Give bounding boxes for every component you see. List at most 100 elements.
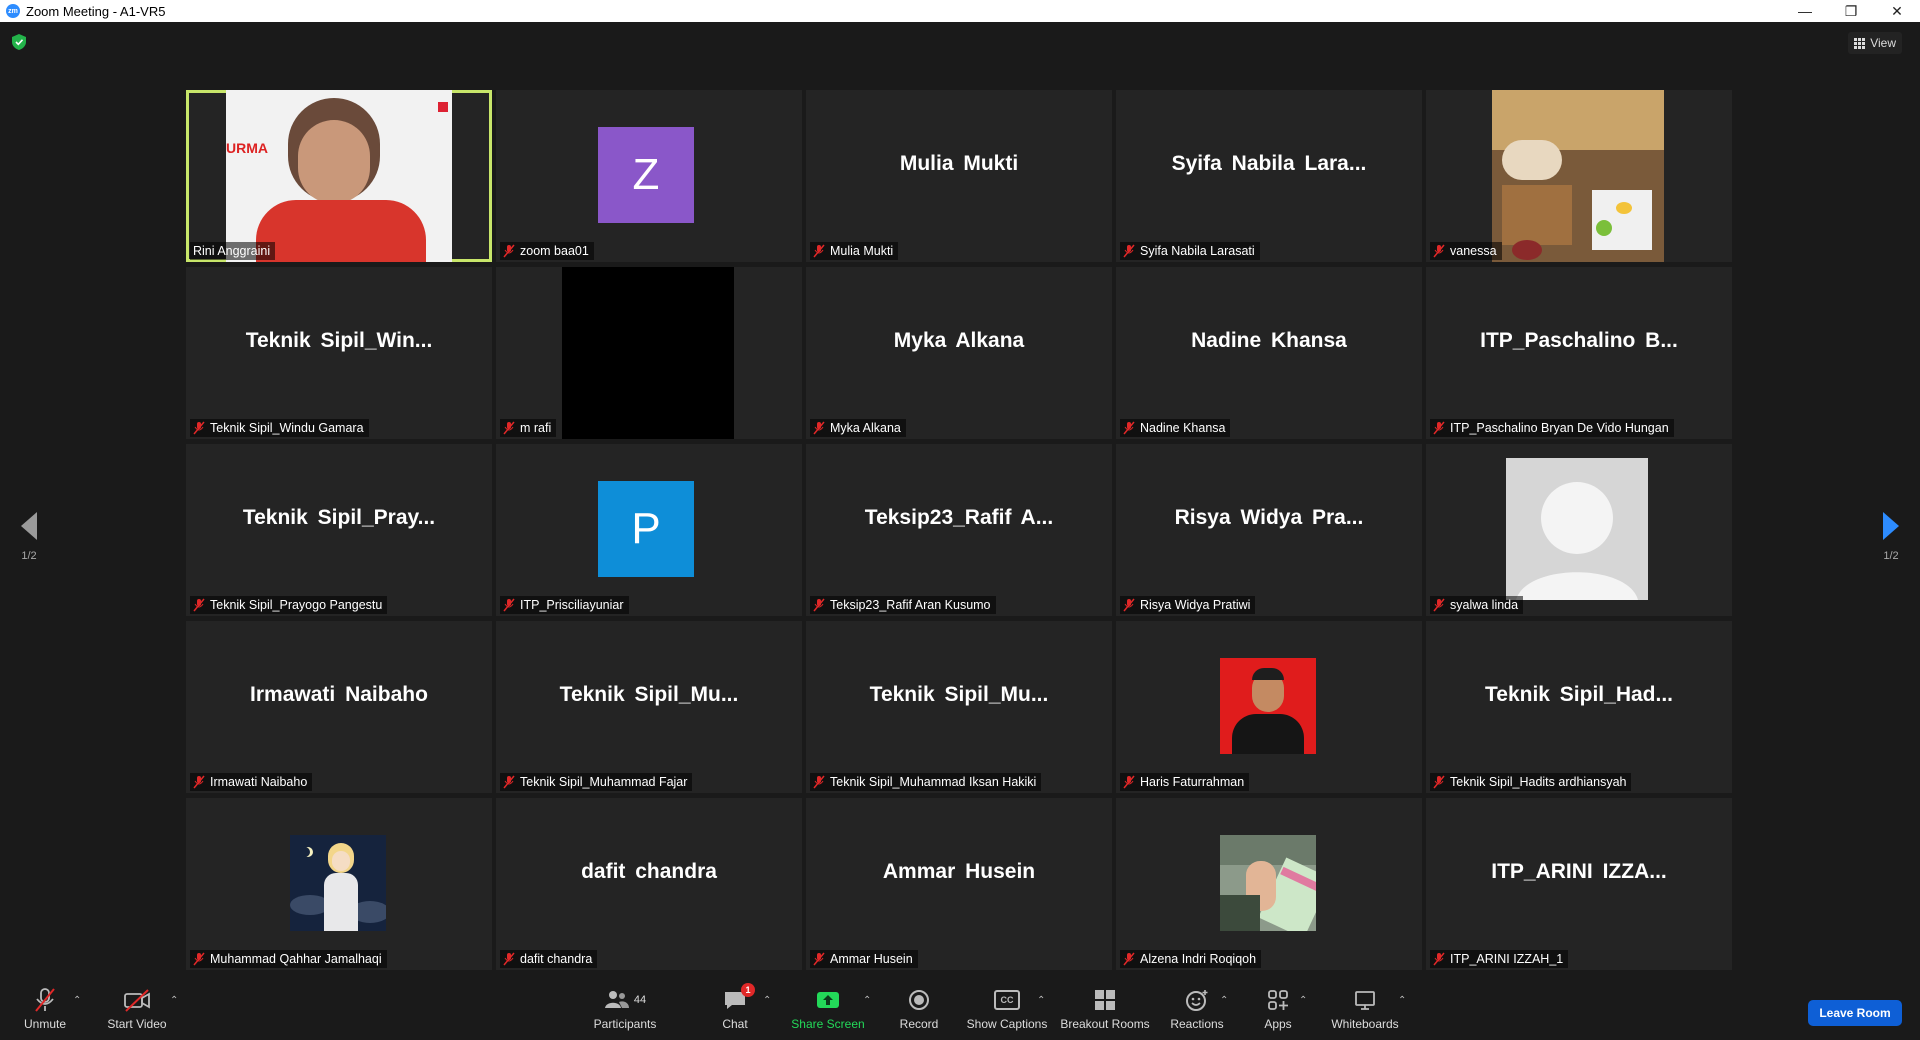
captions-options-caret[interactable]: ⌃ <box>1037 995 1045 1006</box>
participant-tile[interactable]: Teknik Sipil_Pray... Teknik Sipil_Prayog… <box>186 444 492 616</box>
window-titlebar: zm Zoom Meeting - A1-VR5 — ❐ ✕ <box>0 0 1920 22</box>
avatar: P <box>598 481 694 577</box>
share-screen-button[interactable]: Share Screen <box>790 977 866 1040</box>
participant-name-label: Irmawati Naibaho <box>190 773 313 791</box>
close-button[interactable]: ✕ <box>1874 0 1920 22</box>
participant-tile[interactable]: Muhammad Qahhar Jamalhaqi <box>186 798 492 970</box>
arrow-left-icon <box>21 512 37 540</box>
mic-off-icon <box>813 775 825 789</box>
breakout-rooms-label: Breakout Rooms <box>1060 1016 1150 1031</box>
participant-tile[interactable]: Teknik Sipil_Mu... Teknik Sipil_Muhammad… <box>806 621 1112 793</box>
unmute-label: Unmute <box>23 1016 67 1031</box>
participant-tile[interactable]: Nadine Khansa Nadine Khansa <box>1116 267 1422 439</box>
participant-tile[interactable]: Teknik Sipil_Win... Teknik Sipil_Windu G… <box>186 267 492 439</box>
participant-name-label: Syifa Nabila Larasati <box>1120 242 1260 260</box>
participant-tile[interactable]: Haris Faturrahman <box>1116 621 1422 793</box>
share-screen-label: Share Screen <box>791 1016 865 1031</box>
page-indicator-left: 1/2 <box>21 550 37 562</box>
participant-tile[interactable]: vanessa <box>1426 90 1732 262</box>
whiteboards-label: Whiteboards <box>1331 1016 1399 1031</box>
mic-off-icon <box>35 987 55 1012</box>
mic-off-icon <box>1123 775 1135 789</box>
chat-options-caret[interactable]: ⌃ <box>763 995 771 1006</box>
participant-display-name: Teksip23_Rafif A... <box>864 506 1054 529</box>
participant-display-name: Syifa Nabila Lara... <box>1171 152 1367 175</box>
participant-video: URMA <box>226 90 452 262</box>
view-button[interactable]: View <box>1848 32 1902 54</box>
whiteboards-options-caret[interactable]: ⌃ <box>1398 995 1406 1006</box>
whiteboards-button[interactable]: Whiteboards <box>1330 977 1400 1040</box>
previous-page-button[interactable]: 1/2 <box>14 512 44 572</box>
participant-name-label: m rafi <box>500 419 557 437</box>
record-label: Record <box>899 1016 939 1031</box>
record-button[interactable]: Record <box>898 977 940 1040</box>
participant-display-name: Teknik Sipil_Mu... <box>869 683 1049 706</box>
restore-button[interactable]: ❐ <box>1828 0 1874 22</box>
page-indicator-right: 1/2 <box>1883 550 1899 562</box>
mic-off-icon <box>1123 244 1135 258</box>
participant-tile[interactable]: Teknik Sipil_Had... Teknik Sipil_Hadits … <box>1426 621 1732 793</box>
apps-button[interactable]: Apps <box>1260 977 1296 1040</box>
apps-options-caret[interactable]: ⌃ <box>1299 995 1307 1006</box>
minimize-button[interactable]: — <box>1782 0 1828 22</box>
start-video-label: Start Video <box>107 1016 167 1031</box>
participant-tile[interactable]: URMA Rini Anggraini <box>186 90 492 262</box>
participant-tile[interactable]: Alzena Indri Roqiqoh <box>1116 798 1422 970</box>
participant-tile[interactable]: Risya Widya Pra... Risya Widya Pratiwi <box>1116 444 1422 616</box>
reactions-options-caret[interactable]: ⌃ <box>1220 995 1228 1006</box>
show-captions-button[interactable]: CC Show Captions <box>967 977 1047 1040</box>
participant-display-name: Irmawati Naibaho <box>250 683 428 706</box>
video-off-icon <box>124 988 150 1012</box>
participant-tile[interactable]: Irmawati Naibaho Irmawati Naibaho <box>186 621 492 793</box>
profile-picture <box>1492 90 1664 262</box>
participant-name-label: Nadine Khansa <box>1120 419 1231 437</box>
mic-off-icon <box>1123 421 1135 435</box>
grid-icon <box>1854 37 1866 49</box>
mic-off-icon <box>503 244 515 258</box>
participant-name-label: Mulia Mukti <box>810 242 899 260</box>
participant-tile[interactable]: P ITP_Prisciliayuniar <box>496 444 802 616</box>
reactions-icon <box>1186 989 1208 1011</box>
mic-off-icon <box>193 775 205 789</box>
audio-options-caret[interactable]: ⌃ <box>73 995 81 1006</box>
participant-tile[interactable]: Myka Alkana Myka Alkana <box>806 267 1112 439</box>
video-options-caret[interactable]: ⌃ <box>170 995 178 1006</box>
mic-off-icon <box>503 952 515 966</box>
participant-name-label: Muhammad Qahhar Jamalhaqi <box>190 950 387 968</box>
participant-tile[interactable]: Syifa Nabila Lara... Syifa Nabila Larasa… <box>1116 90 1422 262</box>
participant-tile[interactable]: Ammar Husein Ammar Husein <box>806 798 1112 970</box>
participant-tile[interactable]: syalwa linda <box>1426 444 1732 616</box>
security-shield-icon[interactable] <box>12 34 26 50</box>
start-video-button[interactable]: Start Video <box>105 977 169 1040</box>
participant-tile[interactable]: Teksip23_Rafif A... Teksip23_Rafif Aran … <box>806 444 1112 616</box>
participant-tile[interactable]: dafit chandra dafit chandra <box>496 798 802 970</box>
share-options-caret[interactable]: ⌃ <box>863 995 871 1006</box>
mic-off-icon <box>1433 598 1445 612</box>
chat-button[interactable]: 1 Chat <box>715 977 755 1040</box>
participant-display-name: Mulia Mukti <box>899 152 1019 175</box>
next-page-button[interactable]: 1/2 <box>1876 512 1906 572</box>
leave-room-button[interactable]: Leave Room <box>1808 1000 1902 1026</box>
participant-display-name: Risya Widya Pra... <box>1174 506 1364 529</box>
participant-tile[interactable]: ITP_ARINI IZZA... ITP_ARINI IZZAH_1 <box>1426 798 1732 970</box>
participant-tile[interactable]: Mulia Mukti Mulia Mukti <box>806 90 1112 262</box>
chat-unread-badge: 1 <box>741 982 755 997</box>
breakout-rooms-button[interactable]: Breakout Rooms <box>1060 977 1150 1040</box>
participant-tile[interactable]: m rafi <box>496 267 802 439</box>
participants-button[interactable]: 44 Participants <box>590 977 660 1040</box>
mic-off-icon <box>1433 952 1445 966</box>
reactions-button[interactable]: Reactions <box>1170 977 1224 1040</box>
participant-tile[interactable]: ITP_Paschalino B... ITP_Paschalino Bryan… <box>1426 267 1732 439</box>
participant-display-name: Teknik Sipil_Win... <box>245 329 433 352</box>
participant-name-label: zoom baa01 <box>500 242 594 260</box>
mic-off-icon <box>813 244 825 258</box>
participant-tile[interactable]: Z zoom baa01 <box>496 90 802 262</box>
participant-display-name: dafit chandra <box>581 860 717 883</box>
chat-label: Chat <box>722 1016 748 1031</box>
participant-display-name: Teknik Sipil_Had... <box>1485 683 1673 706</box>
participant-tile[interactable]: Teknik Sipil_Mu... Teknik Sipil_Muhammad… <box>496 621 802 793</box>
breakout-rooms-icon <box>1095 989 1115 1010</box>
participant-name-label: Haris Faturrahman <box>1120 773 1250 791</box>
unmute-button[interactable]: Unmute <box>20 977 70 1040</box>
participant-name-label: Teknik Sipil_Windu Gamara <box>190 419 369 437</box>
